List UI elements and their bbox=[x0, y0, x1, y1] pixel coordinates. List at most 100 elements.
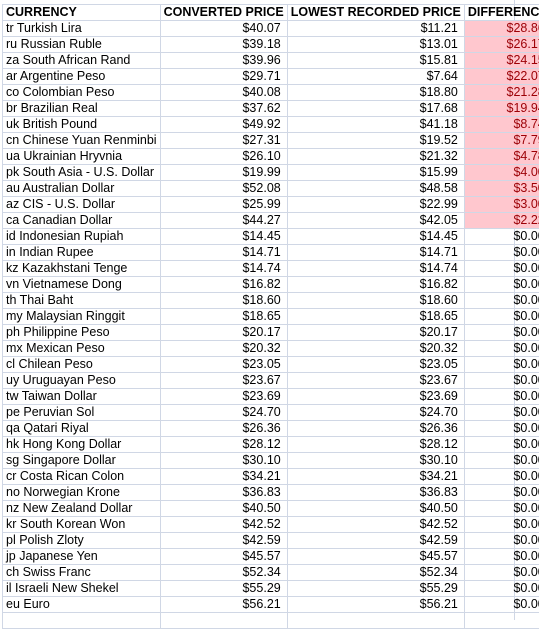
currency-cell[interactable]: my Malaysian Ringgit bbox=[3, 309, 161, 325]
converted-price-cell[interactable]: $39.18 bbox=[160, 37, 287, 53]
converted-price-cell[interactable]: $40.07 bbox=[160, 21, 287, 37]
currency-cell[interactable]: ar Argentine Peso bbox=[3, 69, 161, 85]
lowest-price-cell[interactable]: $23.05 bbox=[287, 357, 464, 373]
difference-cell[interactable]: $0.00 bbox=[464, 421, 539, 437]
currency-cell[interactable]: br Brazilian Real bbox=[3, 101, 161, 117]
difference-cell[interactable]: $22.07 bbox=[464, 69, 539, 85]
difference-cell[interactable]: $3.50 bbox=[464, 181, 539, 197]
lowest-price-cell[interactable]: $15.99 bbox=[287, 165, 464, 181]
converted-price-cell[interactable]: $40.08 bbox=[160, 85, 287, 101]
currency-cell[interactable]: pe Peruvian Sol bbox=[3, 405, 161, 421]
header-converted-price[interactable]: CONVERTED PRICE bbox=[160, 5, 287, 21]
difference-cell[interactable]: $0.00 bbox=[464, 405, 539, 421]
currency-cell[interactable]: pk South Asia - U.S. Dollar bbox=[3, 165, 161, 181]
difference-cell[interactable]: $0.00 bbox=[464, 341, 539, 357]
converted-price-cell[interactable]: $25.99 bbox=[160, 197, 287, 213]
currency-cell[interactable]: mx Mexican Peso bbox=[3, 341, 161, 357]
currency-cell[interactable]: az CIS - U.S. Dollar bbox=[3, 197, 161, 213]
currency-cell[interactable]: vn Vietnamese Dong bbox=[3, 277, 161, 293]
difference-cell[interactable]: $28.86 bbox=[464, 21, 539, 37]
header-currency[interactable]: CURRENCY bbox=[3, 5, 161, 21]
lowest-price-cell[interactable]: $21.32 bbox=[287, 149, 464, 165]
difference-cell[interactable]: $0.00 bbox=[464, 277, 539, 293]
cell[interactable] bbox=[160, 613, 287, 629]
currency-cell[interactable]: th Thai Baht bbox=[3, 293, 161, 309]
lowest-price-cell[interactable]: $42.05 bbox=[287, 213, 464, 229]
lowest-price-cell[interactable]: $34.21 bbox=[287, 469, 464, 485]
difference-cell[interactable]: $0.00 bbox=[464, 501, 539, 517]
currency-cell[interactable]: ua Ukrainian Hryvnia bbox=[3, 149, 161, 165]
lowest-price-cell[interactable]: $16.82 bbox=[287, 277, 464, 293]
difference-cell[interactable]: $2.22 bbox=[464, 213, 539, 229]
converted-price-cell[interactable]: $34.21 bbox=[160, 469, 287, 485]
currency-cell[interactable]: hk Hong Kong Dollar bbox=[3, 437, 161, 453]
lowest-price-cell[interactable]: $13.01 bbox=[287, 37, 464, 53]
currency-cell[interactable]: no Norwegian Krone bbox=[3, 485, 161, 501]
difference-cell[interactable]: $0.00 bbox=[464, 485, 539, 501]
converted-price-cell[interactable]: $29.71 bbox=[160, 69, 287, 85]
converted-price-cell[interactable]: $52.08 bbox=[160, 181, 287, 197]
converted-price-cell[interactable]: $23.05 bbox=[160, 357, 287, 373]
converted-price-cell[interactable]: $20.17 bbox=[160, 325, 287, 341]
currency-cell[interactable]: cn Chinese Yuan Renminbi bbox=[3, 133, 161, 149]
converted-price-cell[interactable]: $49.92 bbox=[160, 117, 287, 133]
currency-cell[interactable]: ph Philippine Peso bbox=[3, 325, 161, 341]
converted-price-cell[interactable]: $16.82 bbox=[160, 277, 287, 293]
lowest-price-cell[interactable]: $42.52 bbox=[287, 517, 464, 533]
currency-cell[interactable]: qa Qatari Riyal bbox=[3, 421, 161, 437]
header-lowest-recorded-price[interactable]: LOWEST RECORDED PRICE bbox=[287, 5, 464, 21]
cell[interactable] bbox=[3, 613, 161, 629]
converted-price-cell[interactable]: $26.10 bbox=[160, 149, 287, 165]
converted-price-cell[interactable]: $56.21 bbox=[160, 597, 287, 613]
currency-cell[interactable]: ca Canadian Dollar bbox=[3, 213, 161, 229]
lowest-price-cell[interactable]: $41.18 bbox=[287, 117, 464, 133]
currency-cell[interactable]: uy Uruguayan Peso bbox=[3, 373, 161, 389]
currency-cell[interactable]: eu Euro bbox=[3, 597, 161, 613]
lowest-price-cell[interactable]: $11.21 bbox=[287, 21, 464, 37]
currency-cell[interactable]: tr Turkish Lira bbox=[3, 21, 161, 37]
converted-price-cell[interactable]: $52.34 bbox=[160, 565, 287, 581]
converted-price-cell[interactable]: $27.31 bbox=[160, 133, 287, 149]
cell[interactable] bbox=[287, 613, 464, 629]
lowest-price-cell[interactable]: $45.57 bbox=[287, 549, 464, 565]
lowest-price-cell[interactable]: $18.60 bbox=[287, 293, 464, 309]
lowest-price-cell[interactable]: $20.32 bbox=[287, 341, 464, 357]
difference-cell[interactable]: $0.00 bbox=[464, 357, 539, 373]
difference-cell[interactable]: $24.15 bbox=[464, 53, 539, 69]
currency-cell[interactable]: co Colombian Peso bbox=[3, 85, 161, 101]
difference-cell[interactable]: $3.00 bbox=[464, 197, 539, 213]
converted-price-cell[interactable]: $55.29 bbox=[160, 581, 287, 597]
difference-cell[interactable]: $0.00 bbox=[464, 229, 539, 245]
currency-cell[interactable]: cr Costa Rican Colon bbox=[3, 469, 161, 485]
lowest-price-cell[interactable]: $19.52 bbox=[287, 133, 464, 149]
converted-price-cell[interactable]: $14.45 bbox=[160, 229, 287, 245]
converted-price-cell[interactable]: $42.52 bbox=[160, 517, 287, 533]
converted-price-cell[interactable]: $14.71 bbox=[160, 245, 287, 261]
currency-cell[interactable]: pl Polish Zloty bbox=[3, 533, 161, 549]
currency-cell[interactable]: nz New Zealand Dollar bbox=[3, 501, 161, 517]
lowest-price-cell[interactable]: $36.83 bbox=[287, 485, 464, 501]
cell[interactable] bbox=[464, 613, 539, 629]
converted-price-cell[interactable]: $44.27 bbox=[160, 213, 287, 229]
lowest-price-cell[interactable]: $26.36 bbox=[287, 421, 464, 437]
converted-price-cell[interactable]: $45.57 bbox=[160, 549, 287, 565]
converted-price-cell[interactable]: $18.60 bbox=[160, 293, 287, 309]
converted-price-cell[interactable]: $18.65 bbox=[160, 309, 287, 325]
difference-cell[interactable]: $8.74 bbox=[464, 117, 539, 133]
lowest-price-cell[interactable]: $17.68 bbox=[287, 101, 464, 117]
difference-cell[interactable]: $21.28 bbox=[464, 85, 539, 101]
converted-price-cell[interactable]: $26.36 bbox=[160, 421, 287, 437]
difference-cell[interactable]: $0.00 bbox=[464, 469, 539, 485]
currency-cell[interactable]: au Australian Dollar bbox=[3, 181, 161, 197]
currency-cell[interactable]: ch Swiss Franc bbox=[3, 565, 161, 581]
difference-cell[interactable]: $0.00 bbox=[464, 517, 539, 533]
difference-cell[interactable]: $4.78 bbox=[464, 149, 539, 165]
difference-cell[interactable]: $0.00 bbox=[464, 325, 539, 341]
currency-cell[interactable]: jp Japanese Yen bbox=[3, 549, 161, 565]
lowest-price-cell[interactable]: $23.69 bbox=[287, 389, 464, 405]
difference-cell[interactable]: $0.00 bbox=[464, 389, 539, 405]
difference-cell[interactable]: $0.00 bbox=[464, 453, 539, 469]
difference-cell[interactable]: $0.00 bbox=[464, 581, 539, 597]
lowest-price-cell[interactable]: $30.10 bbox=[287, 453, 464, 469]
difference-cell[interactable]: $0.00 bbox=[464, 245, 539, 261]
